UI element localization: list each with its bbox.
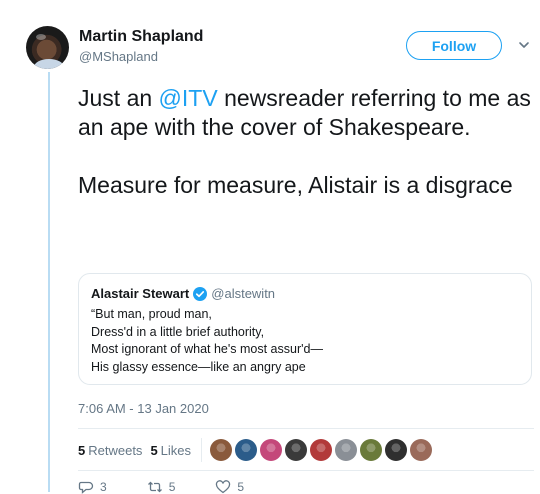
liker-avatar[interactable]: [410, 439, 433, 461]
retweets-label: Retweets: [88, 442, 143, 458]
retweets-count: 5: [78, 442, 86, 458]
quoted-line: Dress'd in a little brief authority,: [91, 324, 265, 339]
quoted-line: Most ignorant of what he's most assur'd—: [91, 342, 323, 356]
quoted-tweet-card[interactable]: Alastair Stewart @alstewitn “But man, pr…: [78, 273, 532, 385]
tweet-paragraph-1: Just an @ITV newsreader referring to me …: [78, 84, 534, 142]
stats-separator: [201, 438, 203, 462]
liker-avatar[interactable]: [210, 439, 233, 461]
thread-line: [48, 72, 50, 492]
liker-avatars: [210, 439, 433, 461]
liker-avatar[interactable]: [285, 439, 308, 461]
liker-avatar[interactable]: [260, 439, 283, 461]
author-name[interactable]: Martin Shapland: [79, 28, 203, 46]
quoted-line: His glassy essence—like an angry ape: [91, 359, 306, 374]
author-handle[interactable]: @MShapland: [79, 49, 158, 64]
likes-label: Likes: [160, 442, 192, 458]
avatar[interactable]: [26, 26, 69, 69]
engagement-stats: 5 Retweets 5 Likes: [78, 437, 433, 463]
quoted-tweet-header: Alastair Stewart @alstewitn: [91, 286, 519, 301]
likes-count: 5: [150, 442, 158, 458]
avatar-shirt: [34, 59, 64, 69]
retweets-stat[interactable]: 5 Retweets: [78, 443, 142, 458]
avatar-highlight: [36, 34, 46, 40]
tweet-text: Just an @ITV newsreader referring to me …: [78, 84, 534, 200]
quoted-author-handle: @alstewitn: [211, 286, 276, 301]
liker-avatar[interactable]: [235, 439, 258, 461]
likes-stat[interactable]: 5 Likes: [150, 443, 191, 458]
divider: [78, 470, 534, 471]
quoted-author-name: Alastair Stewart: [91, 286, 190, 301]
tweet-paragraph-2: Measure for measure, Alistair is a disgr…: [78, 172, 513, 198]
chevron-down-icon[interactable]: [518, 40, 530, 50]
follow-button[interactable]: Follow: [406, 31, 502, 60]
quoted-line: “But man, proud man,: [91, 307, 212, 321]
tweet-timestamp[interactable]: 7:06 AM - 13 Jan 2020: [78, 401, 209, 416]
tweet-text-start: Just an: [78, 85, 159, 111]
liker-avatar[interactable]: [360, 439, 383, 461]
liker-avatar[interactable]: [385, 439, 408, 461]
mention-link[interactable]: @ITV: [159, 85, 218, 111]
divider: [78, 428, 534, 429]
quoted-tweet-text: “But man, proud man, Dress'd in a little…: [91, 306, 519, 376]
verified-badge-icon: [193, 286, 208, 301]
liker-avatar[interactable]: [310, 439, 333, 461]
liker-avatar[interactable]: [335, 439, 358, 461]
